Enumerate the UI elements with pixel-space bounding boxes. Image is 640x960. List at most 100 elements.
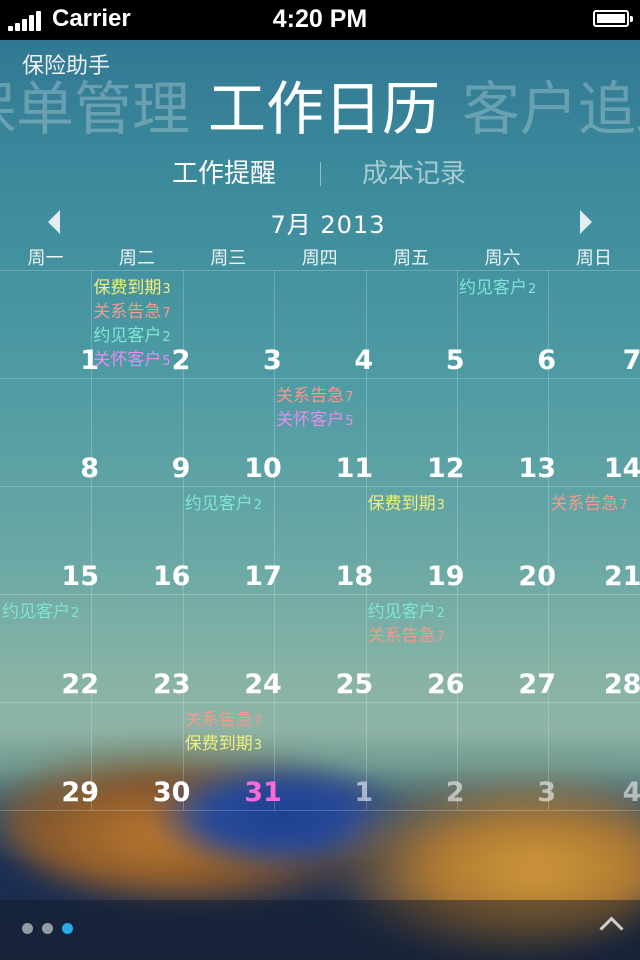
event-count: 3: [253, 738, 263, 753]
event-count: 5: [162, 354, 171, 369]
event-count: 7: [436, 630, 445, 645]
page-dot-2[interactable]: [42, 923, 53, 934]
event-entry[interactable]: 关怀客户5: [93, 349, 170, 373]
event-entry[interactable]: 约见客户2: [2, 601, 79, 625]
section-client-tracking[interactable]: 客户追踪: [462, 74, 640, 144]
day-events: 保费到期3: [368, 493, 445, 517]
weekday-header: 周一 周二 周三 周四 周五 周六 周日: [0, 244, 640, 270]
calendar-day-cell[interactable]: 30: [91, 702, 191, 810]
calendar-day-cell[interactable]: 5: [366, 270, 465, 378]
calendar-day-cell[interactable]: 7: [548, 270, 640, 378]
event-label: 保费到期: [184, 734, 253, 754]
calendar-day-cell[interactable]: 27: [457, 594, 556, 702]
event-label: 关系告急: [93, 302, 162, 322]
calendar-day-cell[interactable]: 14: [548, 378, 640, 486]
event-entry[interactable]: 约见客户2: [185, 493, 262, 517]
event-entry[interactable]: 保费到期3: [93, 277, 170, 301]
event-count: 7: [253, 714, 263, 729]
calendar-day-cell[interactable]: 15: [0, 486, 99, 594]
grid-line: [0, 810, 640, 811]
day-events: 保费到期3 关系告急7 约见客户2 关怀客户5: [93, 277, 170, 373]
event-label: 关系告急: [367, 626, 436, 646]
calendar-day-cell[interactable]: 18: [274, 486, 374, 594]
event-count: 7: [619, 498, 628, 513]
calendar-day-cell[interactable]: 1: [0, 270, 99, 378]
calendar-day-cell[interactable]: 10: [183, 378, 282, 486]
calendar-day-cell[interactable]: 4: [548, 702, 640, 810]
battery-icon: [593, 10, 633, 27]
event-label: 关系告急: [550, 494, 619, 514]
calendar-day-cell[interactable]: 23: [91, 594, 191, 702]
event-label: 保费到期: [93, 278, 162, 298]
tab-cost-records[interactable]: 成本记录: [362, 156, 466, 192]
next-month-button[interactable]: [580, 210, 592, 234]
event-entry[interactable]: 关系告急7: [276, 385, 353, 409]
calendar-day-cell[interactable]: 约见客户2 6: [457, 270, 556, 378]
event-label: 约见客户: [2, 602, 70, 622]
event-count: 3: [436, 498, 445, 513]
calendar-day-cell[interactable]: 12: [366, 378, 465, 486]
calendar-day-cell[interactable]: 保费到期3 关系告急7 约见客户2 关怀客户5 2: [91, 270, 190, 378]
event-entry[interactable]: 保费到期3: [368, 493, 445, 517]
calendar-day-cell[interactable]: 20: [457, 486, 556, 594]
event-count: 5: [345, 414, 354, 429]
day-events: 约见客户2: [459, 277, 536, 301]
calendar-day-cell[interactable]: 约见客户2 22: [0, 594, 99, 702]
event-entry[interactable]: 关系告急7: [368, 625, 445, 649]
calendar-day-cell[interactable]: 关系告急7 21: [548, 486, 640, 594]
status-time: 4:20 PM: [272, 5, 368, 33]
weekday-label: 周日: [575, 248, 612, 269]
day-events: 约见客户2 关系告急7: [368, 601, 445, 649]
event-count: 2: [253, 498, 263, 513]
calendar-day-cell[interactable]: 29: [0, 702, 99, 810]
event-label: 约见客户: [184, 494, 253, 514]
page-dot-1[interactable]: [22, 923, 33, 934]
event-entry[interactable]: 约见客户2: [459, 277, 536, 301]
bottom-bar: [0, 900, 640, 960]
event-label: 约见客户: [93, 326, 162, 346]
calendar-day-cell[interactable]: 24: [183, 594, 282, 702]
calendar-day-cell[interactable]: 28: [548, 594, 640, 702]
calendar-day-cell[interactable]: 3: [183, 270, 282, 378]
calendar-day-cell[interactable]: 1: [274, 702, 373, 810]
calendar-day-cell[interactable]: 8: [0, 378, 99, 486]
calendar-day-cell[interactable]: 关系告急7 保费到期3 31: [183, 702, 282, 810]
event-entry[interactable]: 关系告急7: [550, 493, 627, 517]
event-count: 3: [162, 282, 171, 297]
calendar-day-cell[interactable]: 9: [91, 378, 191, 486]
day-events: 约见客户2: [185, 493, 262, 517]
status-bar: Carrier 4:20 PM: [0, 0, 640, 40]
event-label: 约见客户: [367, 602, 436, 622]
day-events: 关系告急7 关怀客户5: [276, 385, 353, 433]
calendar-day-cell[interactable]: 3: [457, 702, 556, 810]
calendar-day-cell[interactable]: 2: [366, 702, 465, 810]
weekday-label: 周四: [301, 248, 338, 269]
event-label: 关怀客户: [276, 410, 345, 430]
event-label: 关系告急: [276, 386, 345, 406]
calendar-day-cell[interactable]: 4: [274, 270, 373, 378]
section-policy-management[interactable]: 保单管理: [0, 74, 190, 144]
event-entry[interactable]: 约见客户2: [368, 601, 445, 625]
calendar-day-cell[interactable]: 保费到期3 19: [366, 486, 465, 594]
day-number: 28: [603, 669, 640, 700]
page-dot-3[interactable]: [62, 923, 73, 934]
weekday-label: 周三: [210, 248, 247, 269]
tab-work-reminders[interactable]: 工作提醒: [172, 156, 276, 192]
calendar-day-cell[interactable]: 16: [91, 486, 191, 594]
event-entry[interactable]: 关系告急7: [93, 301, 170, 325]
calendar-day-cell[interactable]: 约见客户2 关系告急7 26: [366, 594, 465, 702]
day-events: 约见客户2: [2, 601, 79, 625]
event-label: 关系告急: [184, 710, 253, 730]
tab-divider: [320, 162, 321, 186]
section-work-calendar[interactable]: 工作日历: [208, 74, 440, 144]
event-entry[interactable]: 约见客户2: [93, 325, 170, 349]
calendar-day-cell[interactable]: 约见客户2 17: [183, 486, 282, 594]
calendar-day-cell[interactable]: 13: [457, 378, 556, 486]
calendar-day-cell[interactable]: 关系告急7 关怀客户5 11: [274, 378, 373, 486]
event-entry[interactable]: 关系告急7: [185, 709, 262, 733]
event-count: 2: [436, 606, 445, 621]
weekday-label: 周五: [393, 248, 430, 269]
event-entry[interactable]: 关怀客户5: [276, 409, 353, 433]
event-entry[interactable]: 保费到期3: [185, 733, 262, 757]
calendar-day-cell[interactable]: 25: [274, 594, 374, 702]
